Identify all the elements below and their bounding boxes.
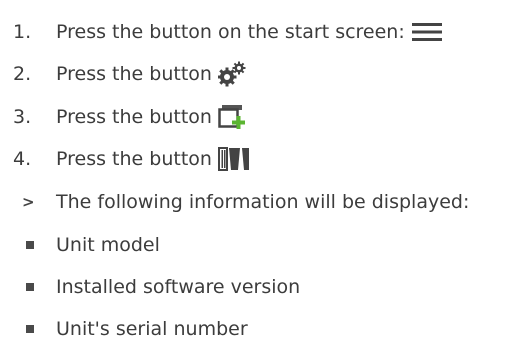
bullet-icon bbox=[26, 325, 34, 333]
result-text: The following information will be displa… bbox=[56, 191, 470, 213]
unit-info-icon bbox=[217, 147, 249, 171]
list-item-text: Unit's serial number bbox=[56, 318, 248, 340]
step-text: Press the button bbox=[56, 106, 212, 128]
bullet-icon bbox=[26, 283, 34, 291]
gears-icon bbox=[217, 61, 246, 87]
result-marker: > bbox=[22, 193, 35, 211]
step-number: 1. bbox=[13, 21, 32, 43]
step-text: Press the button bbox=[56, 63, 212, 85]
bullet-icon bbox=[26, 241, 34, 249]
step-text: Press the button bbox=[56, 148, 212, 170]
step-number: 4. bbox=[13, 148, 32, 170]
step-number: 3. bbox=[13, 106, 32, 128]
step-number: 2. bbox=[13, 63, 32, 85]
add-window-icon bbox=[218, 105, 245, 129]
list-item-text: Unit model bbox=[56, 234, 160, 256]
hamburger-menu-icon bbox=[411, 23, 442, 41]
step-text: Press the button on the start screen: bbox=[56, 21, 405, 43]
list-item-text: Installed software version bbox=[56, 276, 301, 298]
